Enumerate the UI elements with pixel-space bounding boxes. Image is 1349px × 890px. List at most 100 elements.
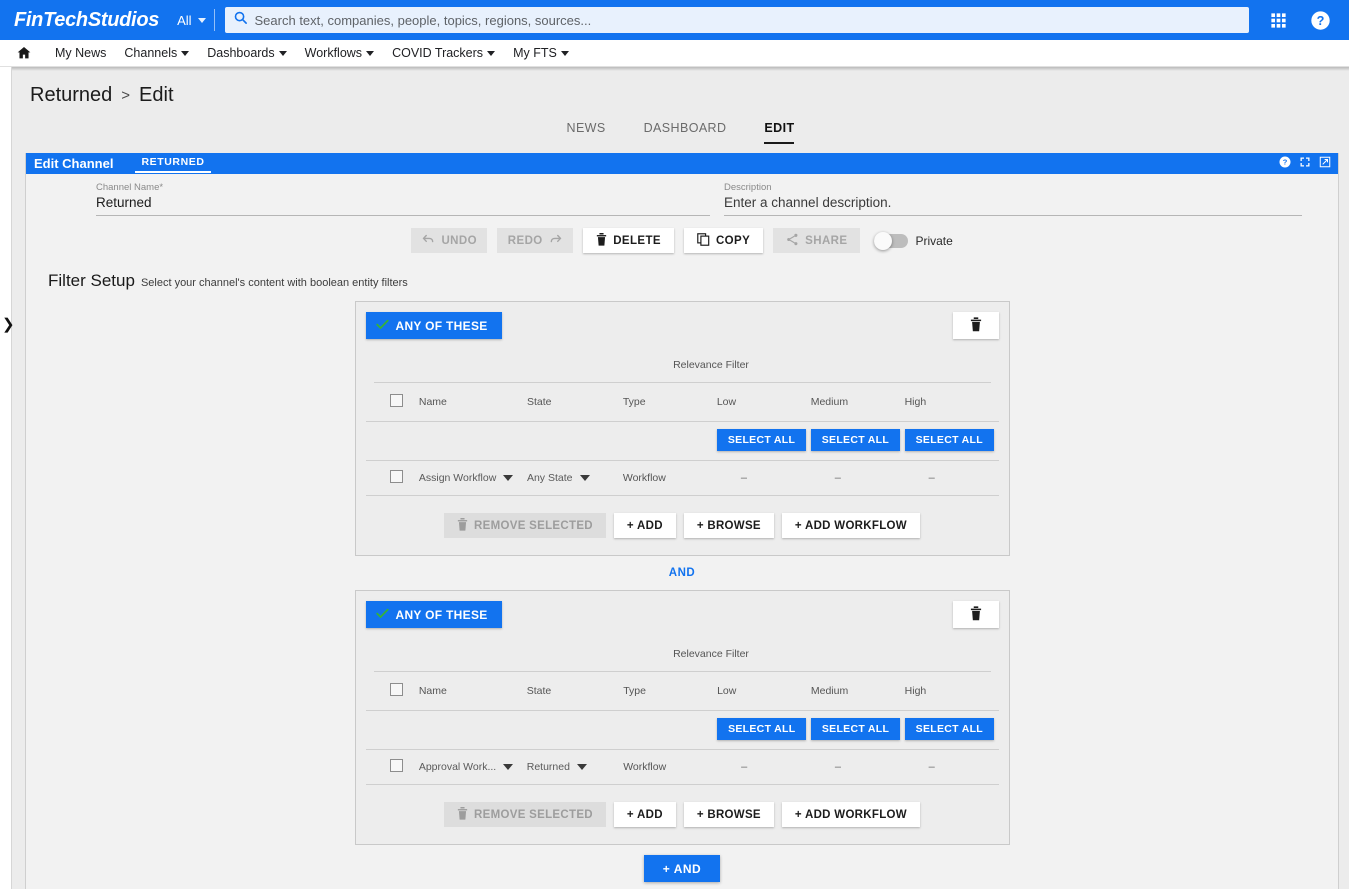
row-name-dropdown[interactable]: Assign Workflow <box>419 472 514 484</box>
any-of-these-button[interactable]: ANY OF THESE <box>365 312 502 339</box>
select-all-rows-checkbox[interactable] <box>389 683 403 696</box>
select-all-medium-button[interactable]: SELECT ALL <box>810 718 901 740</box>
share-button[interactable]: SHARE <box>773 228 861 253</box>
channel-form: Channel Name* Returned Description Enter… <box>26 174 1338 216</box>
search-box[interactable] <box>224 7 1249 33</box>
chevron-down-icon <box>278 50 287 56</box>
svg-text:?: ? <box>1317 13 1325 27</box>
filter-group-card: ANY OF THESE Relevance Filter Name State… <box>354 590 1010 845</box>
row-state-label: Any State <box>526 472 573 484</box>
delete-group-button[interactable] <box>952 312 999 339</box>
redo-button[interactable]: REDO <box>497 228 574 253</box>
nav-item-label: Dashboards <box>207 46 275 60</box>
add-and-button[interactable]: + AND <box>643 855 721 882</box>
private-toggle[interactable] <box>874 231 909 250</box>
delete-group-button[interactable] <box>952 601 999 628</box>
column-header-high: High <box>904 672 999 711</box>
any-of-these-label: ANY OF THESE <box>395 318 488 333</box>
filter-group-footer: REMOVE SELECTED + ADD + BROWSE + ADD WOR… <box>366 785 999 844</box>
select-all-high-button[interactable]: SELECT ALL <box>904 718 995 740</box>
nav-item-dashboards[interactable]: Dashboards <box>198 46 295 60</box>
search-input[interactable] <box>254 12 1241 28</box>
channel-description-input[interactable]: Enter a channel description. <box>724 195 1302 216</box>
home-icon[interactable] <box>12 45 46 61</box>
column-header-name: Name <box>418 672 527 711</box>
nav-item-my-news[interactable]: My News <box>46 46 115 60</box>
fullscreen-icon[interactable] <box>1299 155 1311 173</box>
add-workflow-button[interactable]: + ADD WORKFLOW <box>781 802 920 827</box>
filter-group-card: ANY OF THESE Relevance Filter Name State… <box>354 301 1010 556</box>
check-icon <box>375 608 389 622</box>
open-external-icon[interactable] <box>1319 155 1331 173</box>
nav-item-my-fts[interactable]: My FTS <box>504 46 578 60</box>
delete-label: DELETE <box>613 234 661 247</box>
search-scope-selector[interactable]: All <box>169 0 214 40</box>
tab-news[interactable]: NEWS <box>567 121 606 144</box>
select-all-high-button[interactable]: SELECT ALL <box>904 429 994 451</box>
help-circle-icon[interactable]: ? <box>1310 10 1331 31</box>
help-circle-icon[interactable]: ? <box>1279 155 1291 173</box>
any-of-these-button[interactable]: ANY OF THESE <box>365 601 502 628</box>
row-checkbox[interactable] <box>389 759 403 772</box>
nav-item-label: My News <box>55 46 107 60</box>
channel-view-tabs: NEWS DASHBOARD EDIT <box>12 121 1349 144</box>
nav-item-covid-trackers[interactable]: COVID Trackers <box>383 46 504 60</box>
add-workflow-button[interactable]: + ADD WORKFLOW <box>781 513 920 538</box>
breadcrumb-root[interactable]: Returned <box>30 84 112 107</box>
nav-item-channels[interactable]: Channels <box>115 46 198 60</box>
toggle-knob <box>874 231 893 250</box>
remove-selected-button[interactable]: REMOVE SELECTED <box>444 513 606 538</box>
copy-button[interactable]: COPY <box>683 228 764 253</box>
row-state-dropdown[interactable]: Returned <box>527 761 587 773</box>
tab-edit[interactable]: EDIT <box>764 121 795 144</box>
row-name-dropdown[interactable]: Approval Work... <box>419 761 514 773</box>
filter-table: Name State Type Low Medium High SELECT A… <box>365 672 999 785</box>
select-all-low-button[interactable]: SELECT ALL <box>716 429 807 451</box>
svg-text:?: ? <box>1283 157 1288 166</box>
search-scope-label: All <box>177 12 192 28</box>
filter-setup-subtitle: Select your channel's content with boole… <box>140 277 408 289</box>
panel-tab-returned[interactable]: RETURNED <box>135 154 211 173</box>
channel-name-label: Channel Name* <box>96 182 164 193</box>
redo-label: REDO <box>507 234 543 247</box>
chevron-down-icon <box>366 50 375 56</box>
chevron-down-icon <box>503 475 514 481</box>
table-row: Assign Workflow Any State Workflow – – – <box>365 460 999 496</box>
browse-button[interactable]: + BROWSE <box>683 802 774 827</box>
row-checkbox[interactable] <box>389 470 403 483</box>
browse-button[interactable]: + BROWSE <box>683 513 774 538</box>
column-header-medium: Medium <box>810 672 905 711</box>
row-high-value: – <box>928 761 935 773</box>
share-icon <box>786 233 799 249</box>
row-state-dropdown[interactable]: Any State <box>527 472 590 484</box>
tab-dashboard[interactable]: DASHBOARD <box>644 121 727 144</box>
channel-name-input[interactable]: Returned <box>96 195 710 216</box>
select-all-rows-checkbox-cell <box>365 383 419 422</box>
table-header-row: Name State Type Low Medium High <box>365 672 999 711</box>
nav-item-label: Workflows <box>304 46 363 60</box>
remove-selected-label: REMOVE SELECTED <box>474 519 593 532</box>
row-medium-value: – <box>834 472 841 484</box>
grid-apps-icon[interactable] <box>1269 11 1288 30</box>
row-medium-value: – <box>834 761 841 773</box>
remove-selected-button[interactable]: REMOVE SELECTED <box>444 802 606 827</box>
undo-button[interactable]: UNDO <box>411 228 488 253</box>
nav-item-label: Channels <box>124 46 178 60</box>
select-all-medium-button[interactable]: SELECT ALL <box>810 429 901 451</box>
select-all-rows-checkbox[interactable] <box>389 394 403 407</box>
table-row: Approval Work... Returned Workflow – – – <box>365 749 999 785</box>
nav-item-label: My FTS <box>513 46 557 60</box>
private-toggle-label: Private <box>915 233 953 248</box>
filter-groups: ANY OF THESE Relevance Filter Name State… <box>26 291 1338 889</box>
delete-button[interactable]: DELETE <box>583 228 674 253</box>
breadcrumb: Returned > Edit <box>12 72 1349 107</box>
chevron-down-icon <box>576 764 587 770</box>
page-body: ❯ Returned > Edit NEWS DASHBOARD EDIT Ed… <box>0 67 1349 889</box>
nav-item-workflows[interactable]: Workflows <box>296 46 383 60</box>
brand-logo[interactable]: FinTechStudios <box>0 9 169 32</box>
trash-icon <box>596 232 607 249</box>
add-button[interactable]: + ADD <box>613 513 676 538</box>
column-header-low: Low <box>717 672 811 711</box>
select-all-low-button[interactable]: SELECT ALL <box>717 718 807 740</box>
add-button[interactable]: + ADD <box>613 802 676 827</box>
